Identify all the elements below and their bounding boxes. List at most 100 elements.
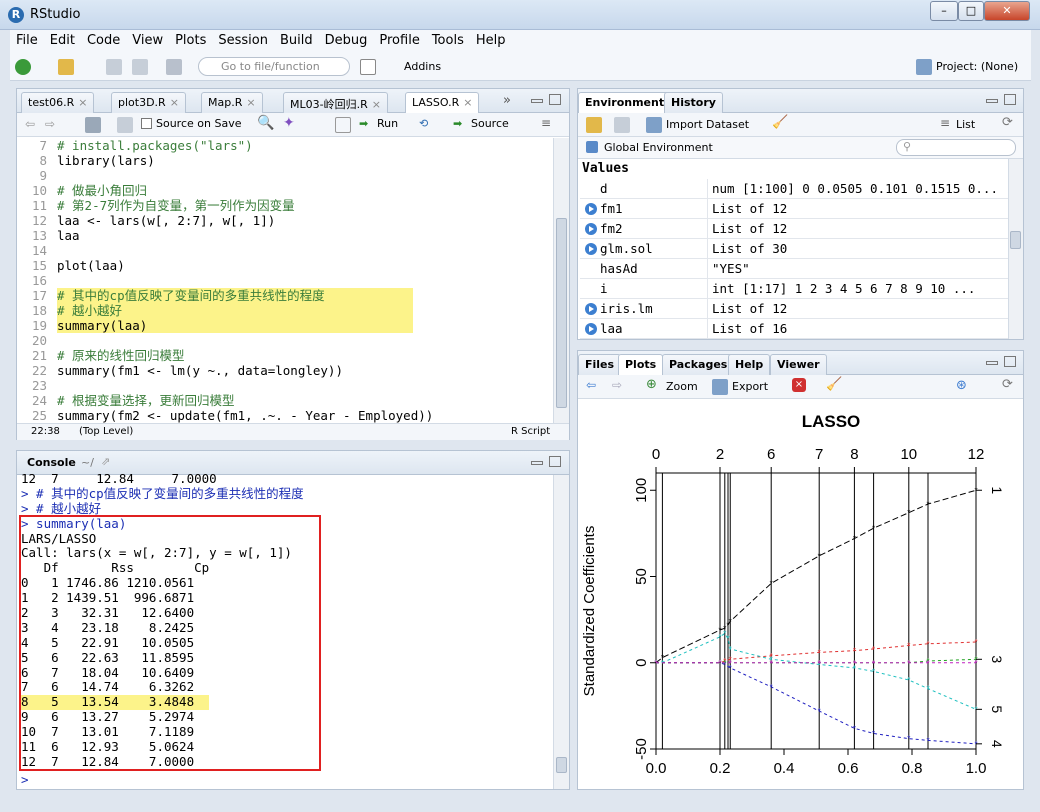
tab-map[interactable]: Map.R ×: [201, 92, 263, 113]
goto-file-input[interactable]: Go to file/function: [198, 57, 350, 76]
close-tab-icon[interactable]: ×: [170, 96, 179, 109]
expand-icon[interactable]: [585, 203, 597, 215]
menu-tools[interactable]: Tools: [426, 30, 470, 51]
outline-icon[interactable]: [335, 117, 351, 133]
source-button[interactable]: Source: [471, 117, 509, 130]
minimize-button[interactable]: –: [930, 1, 958, 21]
tab-files[interactable]: Files: [578, 354, 622, 375]
console-scroll-thumb[interactable]: [556, 757, 567, 773]
menu-plots[interactable]: Plots: [169, 30, 212, 51]
console-prompt[interactable]: >: [21, 772, 29, 787]
open-folder-icon[interactable]: [58, 59, 74, 75]
close-tab-icon[interactable]: ×: [246, 96, 255, 109]
maximize-pane-icon[interactable]: [1004, 356, 1016, 367]
minimize-pane-icon[interactable]: [531, 99, 543, 103]
run-button[interactable]: Run: [377, 117, 398, 130]
tab-lasso[interactable]: LASSO.R ×: [405, 92, 480, 114]
console-scrollbar[interactable]: [553, 475, 569, 789]
refresh-icon[interactable]: ⟳: [1002, 377, 1013, 392]
environment-row[interactable]: i int [1:17] 1 2 3 4 5 6 7 8 9 10 ...: [580, 279, 1014, 299]
load-workspace-icon[interactable]: [586, 117, 602, 133]
environment-row[interactable]: iris.lm List of 12: [580, 299, 1014, 319]
maximize-pane-icon[interactable]: [1004, 94, 1016, 105]
environment-scroll-thumb[interactable]: [1010, 231, 1021, 249]
menu-build[interactable]: Build: [274, 30, 319, 51]
close-tab-icon[interactable]: ×: [372, 98, 381, 111]
environment-scope-selector[interactable]: Global Environment: [604, 141, 713, 154]
editor-scroll-thumb[interactable]: [556, 218, 567, 408]
grid-layout-icon[interactable]: [360, 59, 376, 75]
view-mode-selector[interactable]: List: [956, 118, 975, 131]
tab-help[interactable]: Help: [728, 354, 771, 375]
export-button[interactable]: Export: [732, 380, 768, 393]
print-icon[interactable]: [166, 59, 182, 75]
environment-search-input[interactable]: ⚲: [896, 139, 1016, 156]
tab-ml03[interactable]: ML03-岭回归.R ×: [283, 92, 388, 113]
close-tab-icon[interactable]: ×: [78, 96, 87, 109]
maximize-pane-icon[interactable]: [549, 94, 561, 105]
search-icon[interactable]: 🔍: [257, 115, 274, 131]
tab-plot3d[interactable]: plot3D.R ×: [111, 92, 186, 113]
expand-icon[interactable]: [585, 243, 597, 255]
editor-scrollbar[interactable]: [553, 138, 569, 423]
tab-test06[interactable]: test06.R ×: [21, 92, 95, 113]
save-all-icon[interactable]: [132, 59, 148, 75]
project-menu[interactable]: Project: (None): [936, 60, 1018, 73]
back-icon[interactable]: ⇦: [25, 117, 35, 131]
minimize-pane-icon[interactable]: [986, 361, 998, 365]
remove-plot-icon[interactable]: ×: [792, 378, 806, 392]
minimize-pane-icon[interactable]: [531, 461, 543, 465]
new-file-icon[interactable]: [15, 59, 31, 75]
rerun-icon[interactable]: ⟲: [419, 117, 428, 130]
next-plot-icon[interactable]: ⇨: [612, 378, 622, 392]
save-workspace-icon[interactable]: [614, 117, 630, 133]
minimize-pane-icon[interactable]: [986, 99, 998, 103]
environment-row[interactable]: fm2 List of 12: [580, 219, 1014, 239]
refresh-icon[interactable]: ⟳: [1002, 115, 1013, 130]
environment-row[interactable]: d num [1:100] 0 0.0505 0.101 0.1515 0...: [580, 179, 1014, 199]
close-tab-icon[interactable]: ×: [463, 96, 472, 109]
wand-icon[interactable]: ✦: [283, 115, 295, 131]
save-icon[interactable]: [117, 117, 133, 133]
broom-icon[interactable]: 🧹: [826, 377, 842, 392]
go-to-directory-icon[interactable]: ⇗: [101, 455, 110, 468]
publish-icon[interactable]: ⊛: [956, 378, 967, 393]
menu-profile[interactable]: Profile: [373, 30, 425, 51]
tab-viewer[interactable]: Viewer: [770, 354, 827, 375]
addins-menu[interactable]: Addins: [404, 60, 441, 73]
run-icon[interactable]: ➡: [359, 117, 368, 130]
tab-environment[interactable]: Environment: [578, 92, 672, 114]
import-dataset-button[interactable]: Import Dataset: [666, 118, 749, 131]
tab-plots[interactable]: Plots: [618, 354, 664, 376]
close-button[interactable]: ✕: [984, 1, 1030, 21]
more-tabs-icon[interactable]: »: [503, 93, 511, 108]
code-area[interactable]: 7 # install.packages("lars") 8 library(lars…: [17, 138, 553, 423]
source-on-save-checkbox[interactable]: [141, 118, 152, 129]
expand-icon[interactable]: [585, 323, 597, 335]
expand-icon[interactable]: [585, 303, 597, 315]
environment-row[interactable]: glm.sol List of 30: [580, 239, 1014, 259]
environment-row[interactable]: hasAd "YES": [580, 259, 1014, 279]
zoom-button[interactable]: Zoom: [666, 380, 698, 393]
environment-row[interactable]: laa List of 16: [580, 319, 1014, 339]
expand-icon[interactable]: [585, 223, 597, 235]
menu-edit[interactable]: Edit: [44, 30, 81, 51]
environment-scrollbar[interactable]: [1008, 159, 1023, 339]
menu-session[interactable]: Session: [212, 30, 274, 51]
previous-plot-icon[interactable]: ⇦: [586, 378, 596, 392]
show-in-window-icon[interactable]: [85, 117, 101, 133]
scope-selector[interactable]: (Top Level): [79, 426, 133, 437]
menu-debug[interactable]: Debug: [319, 30, 374, 51]
forward-icon[interactable]: ⇨: [45, 117, 55, 131]
menu-file[interactable]: File: [10, 30, 44, 51]
broom-icon[interactable]: 🧹: [772, 115, 788, 130]
menu-help[interactable]: Help: [470, 30, 512, 51]
menu-code[interactable]: Code: [81, 30, 126, 51]
tab-packages[interactable]: Packages: [662, 354, 735, 375]
maximize-button[interactable]: □: [958, 1, 984, 21]
maximize-pane-icon[interactable]: [549, 456, 561, 467]
source-icon[interactable]: ➡: [453, 117, 462, 130]
menu-view[interactable]: View: [126, 30, 169, 51]
save-icon[interactable]: [106, 59, 122, 75]
environment-row[interactable]: fm1 List of 12: [580, 199, 1014, 219]
